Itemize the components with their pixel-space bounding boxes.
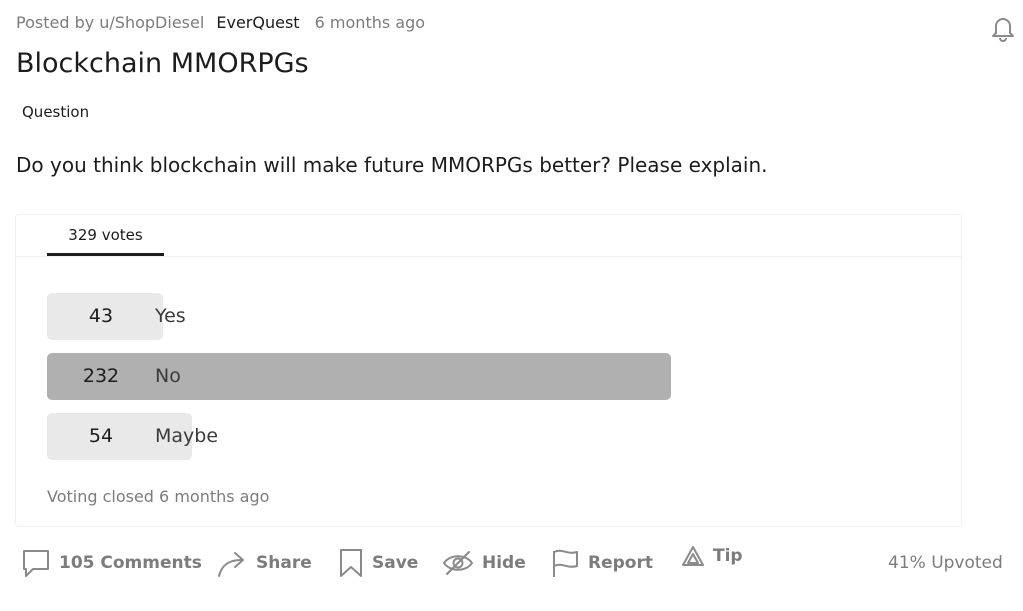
poll-option-label: Yes bbox=[155, 305, 186, 327]
comments-label: 105 Comments bbox=[59, 553, 202, 573]
poll-container: 329 votes 43 Yes 232 No 54 Maybe Voting … bbox=[15, 214, 962, 527]
poll-option-count: 54 bbox=[88, 425, 114, 447]
save-label: Save bbox=[372, 553, 419, 573]
poll-option-count: 232 bbox=[82, 365, 120, 387]
hide-button[interactable]: Hide bbox=[442, 545, 526, 581]
comment-icon bbox=[21, 547, 51, 579]
post-meta: Posted by u/ShopDiesel EverQuest 6 month… bbox=[16, 13, 425, 32]
hide-label: Hide bbox=[482, 553, 526, 573]
comments-button[interactable]: 105 Comments bbox=[21, 545, 202, 581]
share-button[interactable]: Share bbox=[216, 545, 312, 581]
hide-eye-icon bbox=[442, 549, 474, 577]
flag-icon bbox=[550, 547, 580, 579]
report-label: Report bbox=[588, 553, 653, 573]
poll-option-label: Maybe bbox=[155, 425, 219, 447]
tip-button[interactable]: Tip bbox=[681, 538, 743, 574]
report-button[interactable]: Report bbox=[550, 545, 653, 581]
poll-option-label: No bbox=[155, 365, 181, 387]
post-title[interactable]: Blockchain MMORPGs bbox=[16, 48, 309, 79]
post-timestamp[interactable]: 6 months ago bbox=[315, 13, 425, 32]
upvote-ratio: 41% Upvoted bbox=[888, 553, 1003, 573]
bell-icon[interactable] bbox=[987, 12, 1019, 44]
subreddit-link[interactable]: EverQuest bbox=[216, 13, 299, 32]
tip-label: Tip bbox=[713, 546, 743, 566]
post-flair[interactable]: Question bbox=[22, 103, 89, 121]
tip-icon bbox=[681, 545, 705, 567]
votes-tab[interactable]: 329 votes bbox=[47, 215, 164, 256]
poll-tabs: 329 votes bbox=[16, 215, 961, 257]
author-link[interactable]: Posted by u/ShopDiesel bbox=[16, 13, 204, 32]
poll-option-count: 43 bbox=[88, 305, 114, 327]
save-button[interactable]: Save bbox=[338, 545, 418, 581]
post-body: Do you think blockchain will make future… bbox=[16, 153, 768, 177]
share-label: Share bbox=[256, 553, 312, 573]
share-icon bbox=[216, 547, 248, 579]
poll-status: Voting closed 6 months ago bbox=[47, 487, 270, 506]
bookmark-icon bbox=[338, 547, 364, 579]
